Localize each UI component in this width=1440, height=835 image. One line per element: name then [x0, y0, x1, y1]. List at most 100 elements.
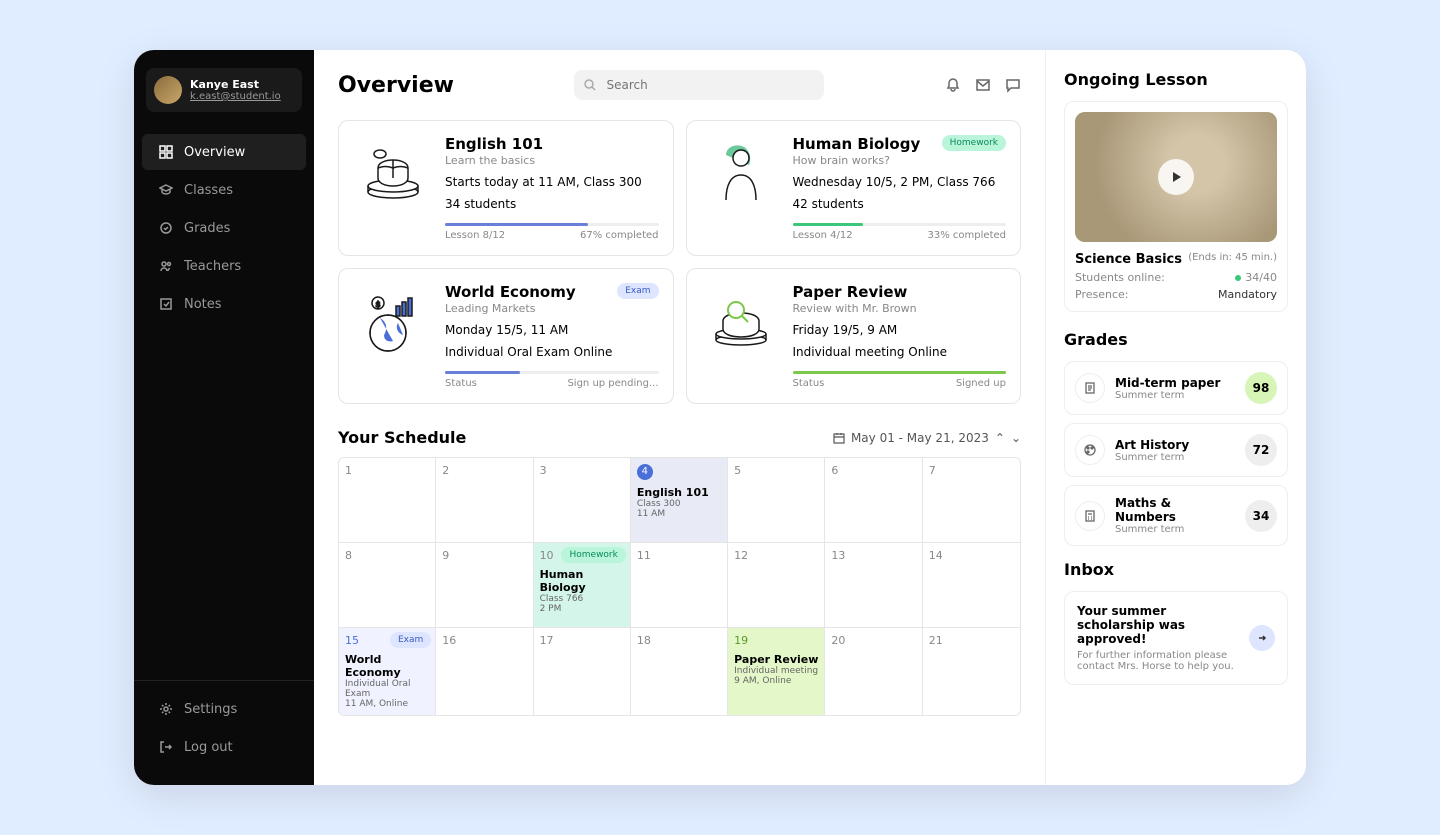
right-panel: Ongoing Lesson Science Basics(Ends in: 4… [1046, 50, 1306, 785]
calendar-cell-event[interactable]: 15ExamWorld EconomyIndividual Oral Exam1… [339, 628, 436, 715]
chevron-up-icon[interactable]: ⌃ [995, 431, 1005, 445]
calendar-cell[interactable]: 8 [339, 543, 436, 628]
sidebar-item-grades[interactable]: Grades [142, 210, 306, 246]
human-icon [701, 135, 781, 215]
calendar-cell[interactable]: 16 [436, 628, 533, 715]
calendar-cell-event[interactable]: 19Paper ReviewIndividual meeting9 AM, On… [728, 628, 825, 715]
event-time: 11 AM, Online [345, 699, 429, 709]
schedule-date-picker[interactable]: May 01 - May 21, 2023 ⌃ ⌄ [833, 431, 1021, 445]
grade-term: Summer term [1115, 524, 1235, 535]
homework-badge: Homework [561, 547, 625, 563]
calendar-cell[interactable]: 3 [534, 458, 631, 543]
course-schedule: Monday 15/5, 11 AM [445, 323, 659, 337]
event-title: Paper Review [734, 653, 818, 666]
lesson-count: Lesson 8/12 [445, 230, 505, 241]
completion: 33% completed [928, 230, 1006, 241]
books-icon [353, 135, 433, 215]
sidebar-item-label: Grades [184, 221, 230, 236]
document-icon [1075, 373, 1105, 403]
arrow-right-icon[interactable] [1249, 625, 1275, 651]
main-content: Overview English 101Learn the basics Sta… [314, 50, 1046, 785]
grade-item[interactable]: Maths & NumbersSummer term 34 [1064, 485, 1288, 546]
sidebar-item-classes[interactable]: Classes [142, 172, 306, 208]
calendar-grid: 1 2 3 4English 101Class 30011 AM 5 6 7 8… [338, 457, 1021, 716]
inbox-message[interactable]: Your summer scholarship was approved! Fo… [1064, 591, 1288, 685]
calendar-cell[interactable]: 21 [923, 628, 1020, 715]
user-name: Kanye East [190, 78, 281, 91]
chat-icon[interactable] [1005, 77, 1021, 93]
course-cards: English 101Learn the basics Starts today… [338, 120, 1021, 404]
calendar-cell[interactable]: 18 [631, 628, 728, 715]
course-card-english[interactable]: English 101Learn the basics Starts today… [338, 120, 674, 256]
review-icon [701, 283, 781, 363]
ongoing-heading: Ongoing Lesson [1064, 70, 1288, 89]
presence-value: Mandatory [1218, 288, 1277, 301]
inbox-subtitle: For further information please contact M… [1077, 650, 1239, 672]
course-schedule: Friday 19/5, 9 AM [793, 323, 1007, 337]
logout-icon [158, 739, 174, 755]
globe-icon: $ [353, 283, 433, 363]
bell-icon[interactable] [945, 77, 961, 93]
grade-term: Summer term [1115, 452, 1235, 463]
gear-icon [158, 701, 174, 717]
calendar-cell[interactable]: 2 [436, 458, 533, 543]
calendar-cell[interactable]: 7 [923, 458, 1020, 543]
user-profile[interactable]: Kanye East k.east@student.io [146, 68, 302, 112]
calendar-cell[interactable]: 1 [339, 458, 436, 543]
course-title: World Economy [445, 283, 576, 301]
grades-heading: Grades [1064, 330, 1288, 349]
sidebar-item-teachers[interactable]: Teachers [142, 248, 306, 284]
event-title: English 101 [637, 486, 721, 499]
calendar-cell[interactable]: 13 [825, 543, 922, 628]
calendar-cell[interactable]: 14 [923, 543, 1020, 628]
course-subtitle: How brain works? [793, 154, 921, 167]
ongoing-lesson-card[interactable]: Science Basics(Ends in: 45 min.) Student… [1064, 101, 1288, 312]
user-info: Kanye East k.east@student.io [190, 78, 281, 102]
course-card-biology[interactable]: Human BiologyHow brain works?Homework We… [686, 120, 1022, 256]
calendar-cell-event[interactable]: 10HomeworkHuman BiologyClass 7662 PM [534, 543, 631, 628]
calendar-cell[interactable]: 5 [728, 458, 825, 543]
status-label: Status [793, 378, 825, 389]
sidebar-item-label: Settings [184, 702, 237, 717]
event-title: World Economy [345, 653, 429, 679]
event-sub: Individual meeting [734, 666, 818, 676]
course-subtitle: Learn the basics [445, 154, 543, 167]
search-input[interactable] [574, 70, 824, 100]
exam-badge: Exam [617, 283, 658, 299]
note-icon [158, 296, 174, 312]
sidebar-item-label: Notes [184, 297, 222, 312]
course-title: Human Biology [793, 135, 921, 153]
progress-bar [793, 223, 1007, 226]
calendar-cell[interactable]: 20 [825, 628, 922, 715]
sidebar-item-overview[interactable]: Overview [142, 134, 306, 170]
calendar-cell[interactable]: 17 [534, 628, 631, 715]
inbox-title: Your summer scholarship was approved! [1077, 604, 1239, 646]
grade-item[interactable]: Mid-term paperSummer term 98 [1064, 361, 1288, 415]
grid-icon [158, 144, 174, 160]
palette-icon [1075, 435, 1105, 465]
course-card-economy[interactable]: $ World EconomyLeading MarketsExam Monda… [338, 268, 674, 404]
lesson-video-thumbnail[interactable] [1075, 112, 1277, 242]
calendar-cell[interactable]: 9 [436, 543, 533, 628]
sidebar-item-label: Teachers [184, 259, 241, 274]
mail-icon[interactable] [975, 77, 991, 93]
chevron-down-icon[interactable]: ⌄ [1011, 431, 1021, 445]
course-students: 42 students [793, 197, 1007, 211]
svg-text:$: $ [375, 300, 380, 309]
event-sub: Class 300 [637, 499, 721, 509]
nav-main: Overview Classes Grades Teachers Notes [134, 132, 314, 680]
page-title: Overview [338, 73, 454, 98]
grade-item[interactable]: Art HistorySummer term 72 [1064, 423, 1288, 477]
course-card-paper[interactable]: Paper ReviewReview with Mr. Brown Friday… [686, 268, 1022, 404]
calendar-cell[interactable]: 12 [728, 543, 825, 628]
event-sub: Individual Oral Exam [345, 679, 429, 699]
sidebar-item-settings[interactable]: Settings [142, 691, 306, 727]
calendar-cell[interactable]: 11 [631, 543, 728, 628]
play-icon[interactable] [1158, 159, 1194, 195]
course-title: Paper Review [793, 283, 917, 301]
calendar-cell[interactable]: 6 [825, 458, 922, 543]
calendar-cell-event[interactable]: 4English 101Class 30011 AM [631, 458, 728, 543]
sidebar-item-notes[interactable]: Notes [142, 286, 306, 322]
sidebar-item-logout[interactable]: Log out [142, 729, 306, 765]
sidebar-item-label: Log out [184, 740, 233, 755]
